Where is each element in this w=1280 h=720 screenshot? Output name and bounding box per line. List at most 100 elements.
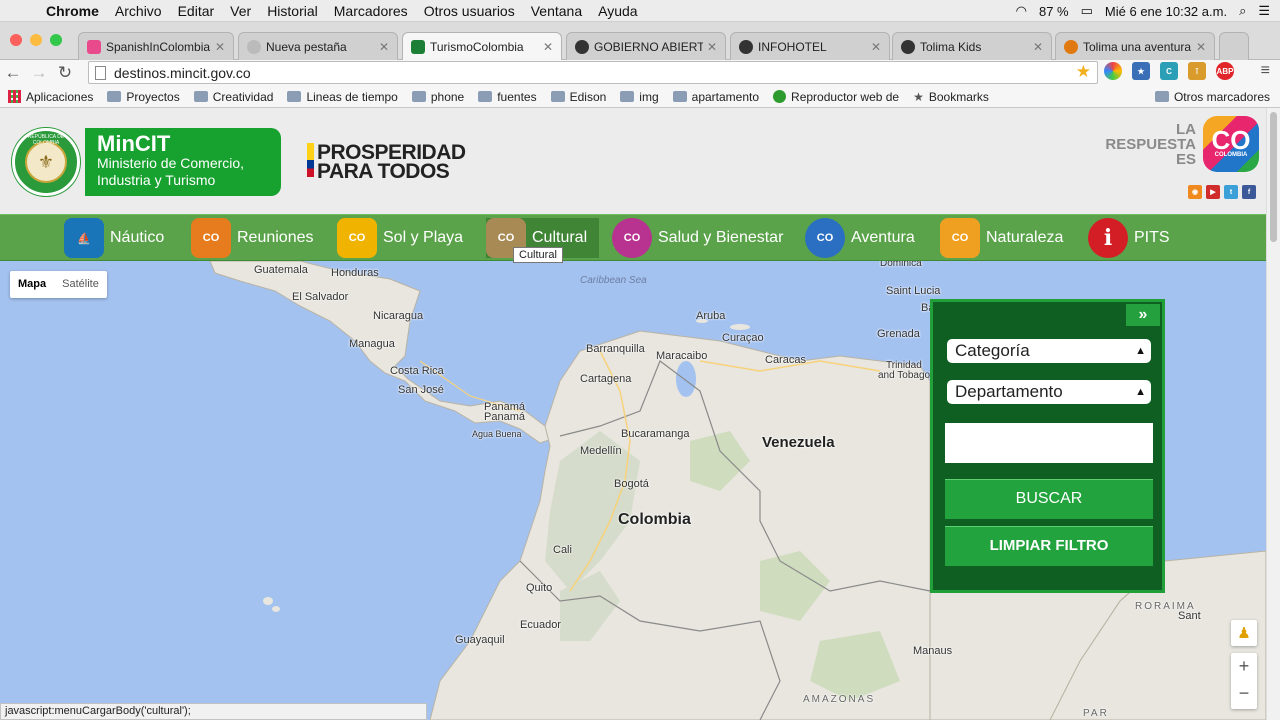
- search-input[interactable]: [945, 423, 1153, 463]
- close-tab-icon[interactable]: ✕: [707, 40, 717, 54]
- menu-editar[interactable]: Editar: [170, 3, 223, 19]
- zoom-in-button[interactable]: +: [1231, 653, 1257, 680]
- tab-spanishincolombia[interactable]: SpanishInColombia ✕: [78, 32, 234, 60]
- nav-pits[interactable]: i PITS: [1088, 218, 1170, 258]
- map-label: Guatemala: [254, 264, 308, 276]
- tab-nueva-pestana[interactable]: Nueva pestaña ✕: [238, 32, 398, 60]
- address-bar[interactable]: destinos.mincit.gov.co ★: [88, 61, 1098, 84]
- chrome-menu-icon[interactable]: ≡: [1261, 62, 1270, 80]
- colombia-brand-logo: CO COLOMBIA: [1203, 116, 1259, 172]
- menu-ver[interactable]: Ver: [222, 3, 259, 19]
- bookmark-folder[interactable]: Creatividad: [193, 90, 273, 104]
- close-tab-icon[interactable]: ✕: [871, 40, 881, 54]
- bookmark-spotify[interactable]: Reproductor web de: [773, 90, 899, 104]
- close-tab-icon[interactable]: ✕: [379, 40, 389, 54]
- map-label: Nicaragua: [373, 310, 424, 322]
- page-scrollbar[interactable]: [1266, 108, 1280, 720]
- menu-marcadores[interactable]: Marcadores: [326, 3, 416, 19]
- close-tab-icon[interactable]: ✕: [1033, 40, 1043, 54]
- tab-favicon: [901, 39, 915, 54]
- c-extension-icon[interactable]: C: [1160, 62, 1178, 80]
- bookmark-extension-icon[interactable]: ★: [1132, 62, 1150, 80]
- folder-icon: [672, 91, 687, 102]
- bookmark-folder[interactable]: Proyectos: [107, 90, 180, 104]
- menu-otros-usuarios[interactable]: Otros usuarios: [416, 3, 523, 19]
- back-button[interactable]: ←: [0, 63, 26, 83]
- tab-turismocolombia[interactable]: TurismoColombia ✕: [402, 32, 562, 61]
- twitter-icon[interactable]: t: [1224, 185, 1238, 199]
- pin-extension-icon[interactable]: ⊺: [1188, 62, 1206, 80]
- zoom-window-button[interactable]: [50, 34, 62, 46]
- tab-tolima-kids[interactable]: Tolima Kids ✕: [892, 32, 1052, 60]
- nav-naturaleza[interactable]: CO Naturaleza: [940, 218, 1063, 258]
- beach-icon: CO: [337, 218, 377, 258]
- youtube-icon[interactable]: ▶: [1206, 185, 1220, 199]
- map-label: Caribbean Sea: [580, 275, 647, 286]
- bookmark-bookmarks[interactable]: ★ Bookmarks: [913, 90, 989, 104]
- bookmark-folder[interactable]: phone: [411, 90, 464, 104]
- notification-center-icon[interactable]: ☰: [1258, 3, 1270, 19]
- close-tab-icon[interactable]: ✕: [543, 40, 553, 54]
- nav-reuniones[interactable]: CO Reuniones: [191, 218, 314, 258]
- wifi-icon[interactable]: ◠: [1016, 3, 1027, 19]
- minimize-window-button[interactable]: [30, 34, 42, 46]
- wellness-icon: CO: [612, 218, 652, 258]
- battery-icon[interactable]: ▭: [1081, 3, 1093, 19]
- tab-gobierno-abierto[interactable]: GOBIERNO ABIERTO ✕: [566, 32, 726, 60]
- rss-icon[interactable]: ◉: [1188, 185, 1202, 199]
- url-text: destinos.mincit.gov.co: [114, 64, 251, 81]
- bookmark-folder[interactable]: Lineas de tiempo: [287, 90, 398, 104]
- nav-salud-y-bienestar[interactable]: CO Salud y Bienestar: [612, 218, 783, 258]
- colombia-seal-logo[interactable]: REPÚBLICA DE COLOMBIA ⚜: [12, 128, 80, 196]
- menu-historial[interactable]: Historial: [259, 3, 326, 19]
- new-tab-button[interactable]: [1219, 32, 1249, 60]
- facebook-icon[interactable]: f: [1242, 185, 1256, 199]
- menu-ventana[interactable]: Ventana: [523, 3, 590, 19]
- other-bookmarks[interactable]: Otros marcadores: [1154, 90, 1270, 104]
- zoom-out-button[interactable]: −: [1231, 680, 1257, 707]
- color-picker-extension-icon[interactable]: [1104, 62, 1122, 80]
- bookmark-apps[interactable]: Aplicaciones: [8, 90, 93, 104]
- map-type-control: Mapa Satélite: [10, 271, 107, 298]
- map-label: Cali: [553, 544, 572, 556]
- close-window-button[interactable]: [10, 34, 22, 46]
- nav-nautico[interactable]: ⛵ Náutico: [64, 218, 164, 258]
- mincit-logo[interactable]: MinCIT Ministerio de Comercio, Industria…: [85, 128, 281, 196]
- app-name-menu[interactable]: Chrome: [38, 3, 107, 19]
- department-select[interactable]: Departamento ▲: [947, 380, 1151, 404]
- star-icon: ★: [913, 89, 924, 104]
- bookmark-folder[interactable]: img: [620, 90, 659, 104]
- close-tab-icon[interactable]: ✕: [1196, 40, 1206, 54]
- map-type-satelite[interactable]: Satélite: [54, 271, 107, 298]
- adblock-plus-icon[interactable]: ABP: [1216, 62, 1234, 80]
- category-select[interactable]: Categoría ▲: [947, 339, 1151, 363]
- reload-button[interactable]: ↻: [52, 63, 78, 83]
- buscar-button[interactable]: BUSCAR: [945, 479, 1153, 519]
- nav-sol-y-playa[interactable]: CO Sol y Playa: [337, 218, 463, 258]
- street-view-pegman-icon[interactable]: ♟: [1231, 620, 1257, 646]
- tab-favicon: [739, 39, 753, 54]
- clock[interactable]: Mié 6 ene 10:32 a.m.: [1105, 4, 1227, 19]
- map-label: Costa Rica: [390, 365, 444, 377]
- tab-infohotel[interactable]: INFOHOTEL ✕: [730, 32, 890, 60]
- map-type-mapa[interactable]: Mapa: [10, 271, 54, 298]
- page-info-icon[interactable]: [95, 65, 106, 80]
- close-tab-icon[interactable]: ✕: [215, 40, 225, 54]
- battery-text[interactable]: 87 %: [1039, 4, 1069, 19]
- menu-archivo[interactable]: Archivo: [107, 3, 170, 19]
- limpiar-filtro-button[interactable]: LIMPIAR FILTRO: [945, 526, 1153, 566]
- map-label: Grenada: [877, 328, 920, 340]
- spotlight-icon[interactable]: ⌕: [1239, 3, 1246, 19]
- scrollbar-thumb[interactable]: [1270, 112, 1277, 242]
- bookmark-folder[interactable]: apartamento: [672, 90, 759, 104]
- tab-tolima-aventura[interactable]: Tolima una aventura ec ✕: [1055, 32, 1215, 60]
- forward-button[interactable]: →: [26, 63, 52, 83]
- bookmark-folder[interactable]: Edison: [550, 90, 606, 104]
- nav-aventura[interactable]: CO Aventura: [805, 218, 915, 258]
- bookmark-folder[interactable]: fuentes: [478, 90, 537, 104]
- bookmark-star-icon[interactable]: ★: [1076, 62, 1091, 82]
- collapse-panel-button[interactable]: »: [1126, 304, 1160, 326]
- menu-ayuda[interactable]: Ayuda: [590, 3, 645, 19]
- macos-menu-bar: Chrome Archivo Editar Ver Historial Marc…: [0, 0, 1280, 22]
- folder-icon: [1154, 91, 1169, 102]
